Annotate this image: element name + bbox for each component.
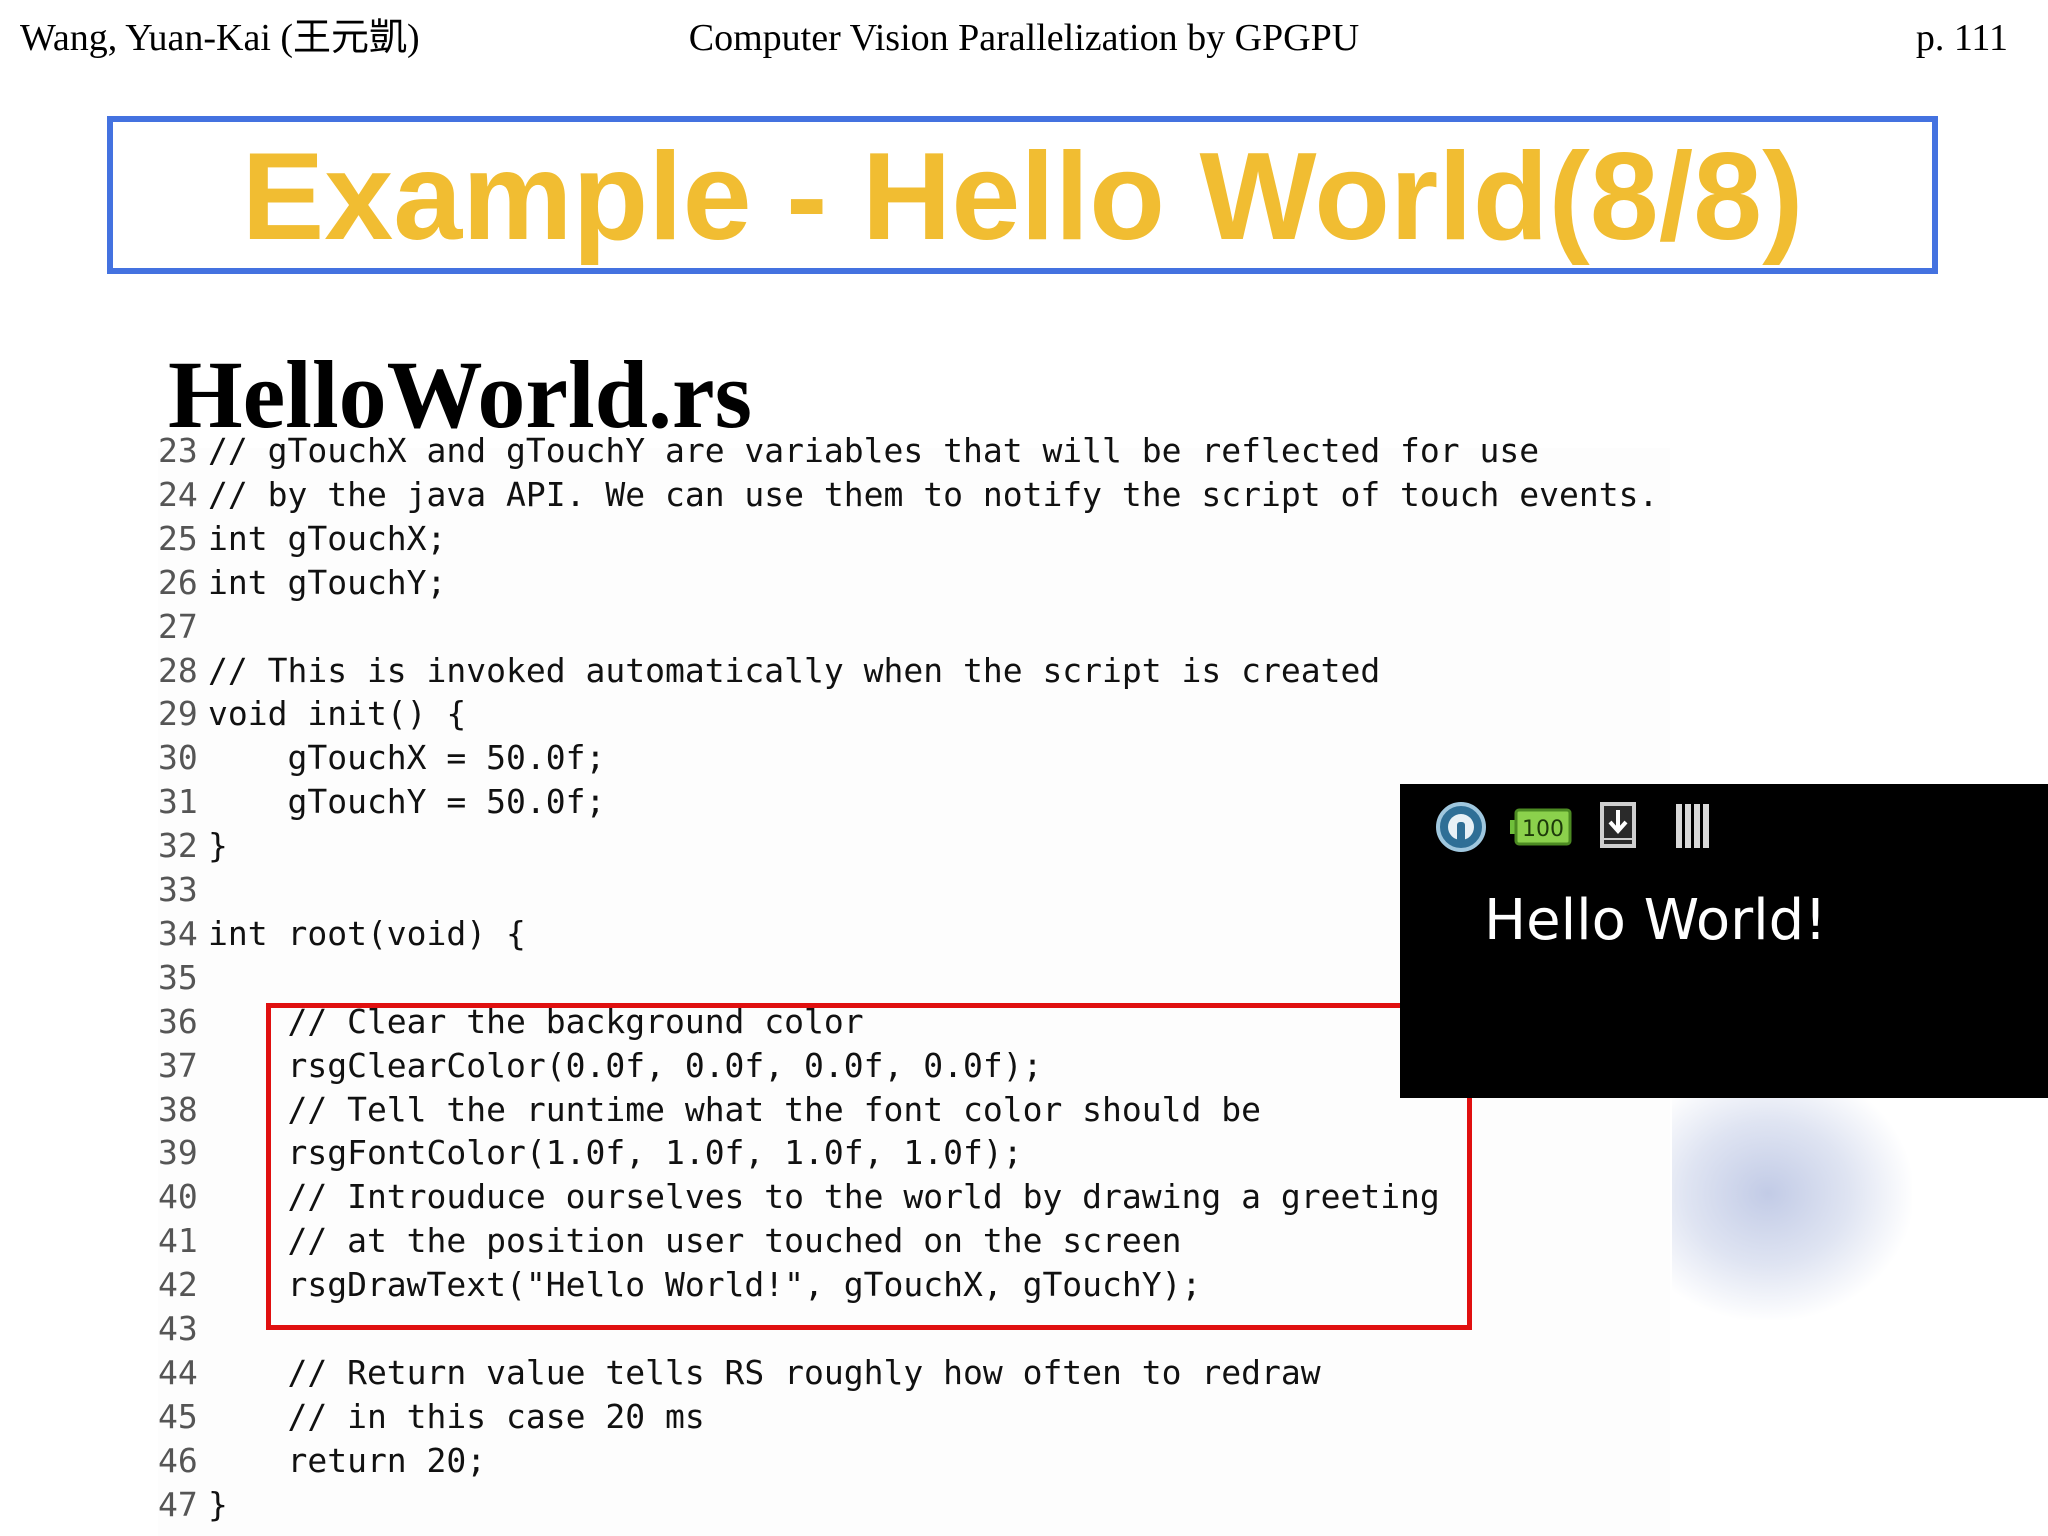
- line-number: 33: [158, 870, 198, 909]
- code-line: 23 // gTouchX and gTouchY are variables t…: [158, 429, 1539, 473]
- code-line: 35: [158, 956, 208, 1000]
- line-number: 43: [158, 1309, 198, 1348]
- line-number: 45: [158, 1396, 198, 1436]
- code-line: 27: [158, 605, 208, 649]
- line-number: 35: [158, 957, 198, 997]
- code-line: 25 int gTouchX;: [158, 517, 446, 561]
- line-number: 39: [158, 1133, 198, 1173]
- line-number: 37: [158, 1045, 198, 1085]
- code-text: }: [208, 826, 228, 866]
- android-debug-icon: [1436, 802, 1486, 852]
- slide-title: Example - Hello World(8/8): [241, 128, 1804, 266]
- line-number: 29: [158, 694, 198, 734]
- hello-world-output: Hello World!: [1484, 888, 1827, 953]
- cloud-decoration: [1672, 1090, 1912, 1320]
- code-line: 45 // in this case 20 ms: [158, 1395, 705, 1439]
- signal-bars-icon: [1676, 804, 1709, 848]
- line-number: 30: [158, 738, 198, 778]
- battery-icon: 100: [1510, 808, 1572, 846]
- code-line: 46 return 20;: [158, 1439, 486, 1483]
- code-line: 28// This is invoked automatically when …: [158, 649, 1380, 693]
- line-number: 26: [158, 562, 198, 602]
- line-number: 42: [158, 1265, 198, 1305]
- code-line: 47}: [158, 1483, 228, 1527]
- header-page-number: p. 111: [1915, 17, 2008, 59]
- code-text: // gTouchX and gTouchY are variables tha…: [208, 431, 1540, 470]
- svg-text:100: 100: [1522, 817, 1564, 842]
- code-text: int gTouchX;: [208, 518, 447, 558]
- line-number: 27: [158, 606, 198, 646]
- slide-title-box: Example - Hello World(8/8): [107, 116, 1938, 274]
- line-number: 47: [158, 1484, 198, 1524]
- device-screen: 100 Hello World!: [1400, 784, 2048, 1098]
- code-line: 32}: [158, 824, 228, 868]
- line-number: 36: [158, 1001, 198, 1041]
- code-line: 33: [158, 868, 208, 912]
- line-number: 40: [158, 1177, 198, 1217]
- code-text: int root(void) {: [208, 913, 526, 953]
- line-number: 31: [158, 782, 198, 822]
- line-number: 28: [158, 650, 198, 690]
- code-text: // by the java API. We can use them to n…: [208, 474, 1659, 514]
- code-text: }: [208, 1484, 228, 1524]
- line-number: 23: [158, 431, 198, 470]
- code-line: 43: [158, 1307, 208, 1351]
- highlight-box: [266, 1003, 1472, 1330]
- code-line: 34 int root(void) {: [158, 912, 526, 956]
- code-line: 26 int gTouchY;: [158, 561, 446, 605]
- line-number: 34: [158, 913, 198, 953]
- code-text: gTouchX = 50.0f;: [208, 738, 606, 778]
- header-course-title: Computer Vision Parallelization by GPGPU: [688, 17, 1360, 59]
- code-line: 44 // Return value tells RS roughly how …: [158, 1351, 1321, 1395]
- line-number: 25: [158, 518, 198, 558]
- download-icon: [1600, 802, 1636, 848]
- code-text: // Return value tells RS roughly how oft…: [208, 1352, 1321, 1392]
- code-line: 24// by the java API. We can use them to…: [158, 473, 1658, 517]
- code-text: gTouchY = 50.0f;: [208, 782, 606, 822]
- line-number: 24: [158, 474, 198, 514]
- line-number: 44: [158, 1352, 198, 1392]
- code-text: // in this case 20 ms: [208, 1396, 705, 1436]
- code-line: 31 gTouchY = 50.0f;: [158, 780, 605, 824]
- line-number: 32: [158, 826, 198, 866]
- code-line: 29 void init() {: [158, 692, 466, 736]
- line-number: 38: [158, 1089, 198, 1129]
- line-number: 46: [158, 1440, 198, 1480]
- code-text: void init() {: [208, 694, 467, 734]
- code-line: 30 gTouchX = 50.0f;: [158, 736, 605, 780]
- code-text: return 20;: [208, 1440, 487, 1480]
- code-text: // This is invoked automatically when th…: [208, 650, 1381, 690]
- line-number: 41: [158, 1221, 198, 1261]
- code-text: int gTouchY;: [208, 562, 447, 602]
